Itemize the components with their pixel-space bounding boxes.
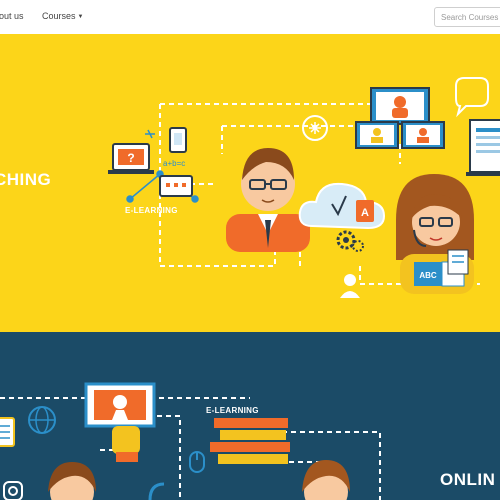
cloud-letter: A — [361, 207, 369, 219]
online-illustration — [0, 382, 381, 500]
user-icon — [340, 274, 360, 298]
online-elearning-label: E-LEARNING — [206, 406, 259, 415]
instagram-icon — [3, 481, 23, 500]
hand-touch-icon — [84, 382, 156, 462]
mouse-icon — [189, 451, 205, 473]
nav-link-courses[interactable]: Courses ▼ — [42, 11, 83, 21]
teacher-avatar-icon — [226, 148, 310, 252]
video-call-screen-icon — [355, 87, 445, 149]
book-label: ABC — [419, 271, 437, 280]
elearning-illustration: ? a+b=c A ABC — [108, 77, 500, 298]
online-section: E-LEARNING ONLIN — [0, 332, 500, 500]
settings-circle-icon — [302, 115, 328, 141]
hero-elearning-label: E-LEARNING — [125, 206, 178, 215]
cloud-icon: A — [298, 182, 386, 230]
certificate-icon — [447, 249, 469, 275]
laptop-question-icon: ? — [108, 143, 154, 174]
nav-link-courses-label: Courses — [42, 11, 76, 21]
online-title: ONLIN — [440, 470, 496, 489]
gear-icon — [336, 230, 364, 252]
formula-text: a+b=c — [163, 159, 185, 168]
search-input[interactable] — [434, 7, 500, 27]
nav-link-about-us[interactable]: out us — [0, 11, 24, 21]
chevron-down-icon: ▼ — [77, 14, 84, 20]
speech-bubble-icon — [455, 77, 489, 118]
phone-icon — [169, 127, 187, 153]
globe-icon — [28, 406, 56, 434]
student-avatar-icon — [48, 460, 350, 500]
tablet-icon — [0, 417, 15, 447]
hero-banner: ? a+b=c A ABC CHING E-LEARNING — [0, 34, 500, 332]
top-navbar: out us Courses ▼ — [0, 0, 500, 35]
monitor-icon — [466, 119, 500, 176]
hero-title: CHING — [0, 170, 52, 189]
books-stack-icon — [210, 418, 290, 464]
question-mark: ? — [127, 151, 134, 165]
chat-screen-icon — [159, 175, 193, 197]
